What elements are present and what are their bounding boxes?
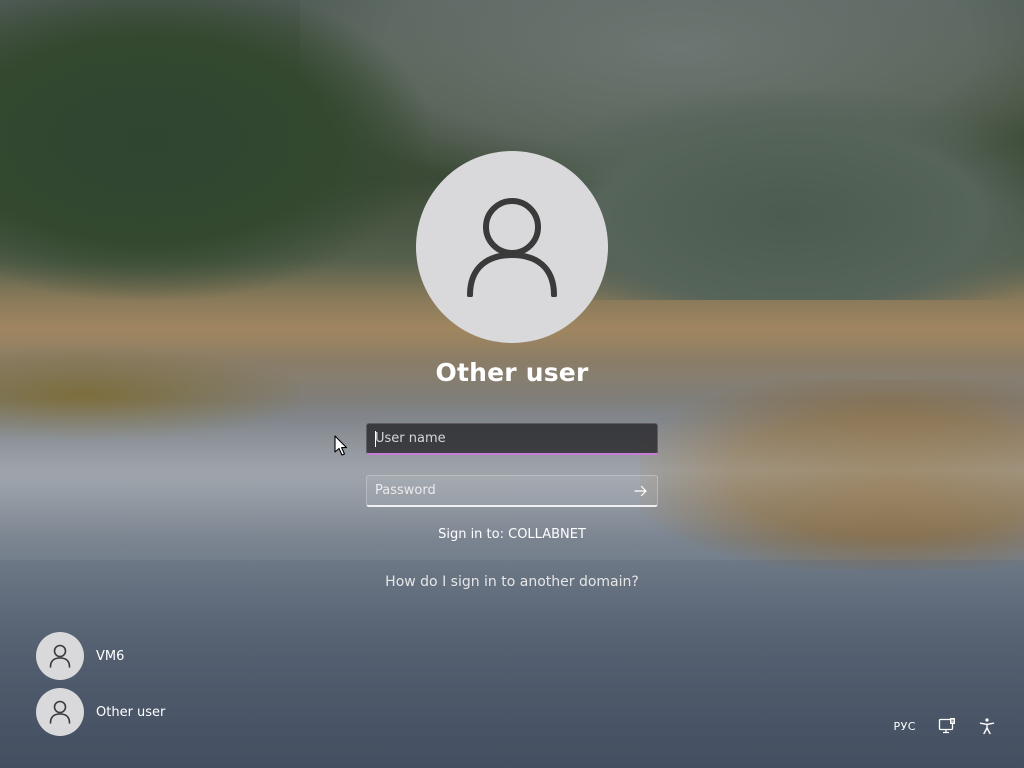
username-input[interactable]: [367, 424, 657, 453]
other-domain-link[interactable]: How do I sign in to another domain?: [312, 574, 712, 590]
background-mist: [0, 400, 1024, 540]
user-avatar-large: [416, 151, 608, 343]
user-list-item-vm6[interactable]: VM6: [36, 632, 165, 680]
avatar: [36, 688, 84, 736]
avatar: [36, 632, 84, 680]
mouse-pointer-icon: [334, 435, 348, 456]
user-icon: [467, 198, 557, 297]
text-caret: [375, 431, 376, 447]
password-field-wrapper[interactable]: [366, 475, 658, 507]
network-icon: [938, 718, 955, 734]
user-list-item-label: Other user: [96, 704, 166, 720]
arrow-right-icon: [634, 485, 647, 497]
user-icon: [49, 700, 71, 724]
system-tray: РУС: [871, 712, 996, 740]
language-switcher[interactable]: РУС: [893, 712, 916, 740]
user-list-item-label: VM6: [96, 648, 125, 664]
user-list-item-other-user[interactable]: Other user: [36, 688, 165, 736]
background-trees-left: [0, 0, 430, 300]
password-input[interactable]: [367, 476, 657, 505]
user-display-name: Other user: [435, 358, 589, 387]
submit-button[interactable]: [631, 481, 651, 501]
network-button[interactable]: [938, 712, 956, 740]
accessibility-button[interactable]: [978, 712, 996, 740]
lock-screen: Other user Sign in to: COLLABNET How do …: [0, 0, 1024, 768]
username-field-wrapper[interactable]: [366, 423, 658, 455]
user-icon: [49, 644, 71, 668]
language-label: РУС: [893, 719, 916, 733]
accessibility-icon: [979, 718, 995, 735]
user-switcher-list: VM6 Other user: [36, 632, 165, 744]
sign-in-domain-text: Sign in to: COLLABNET: [438, 527, 586, 542]
